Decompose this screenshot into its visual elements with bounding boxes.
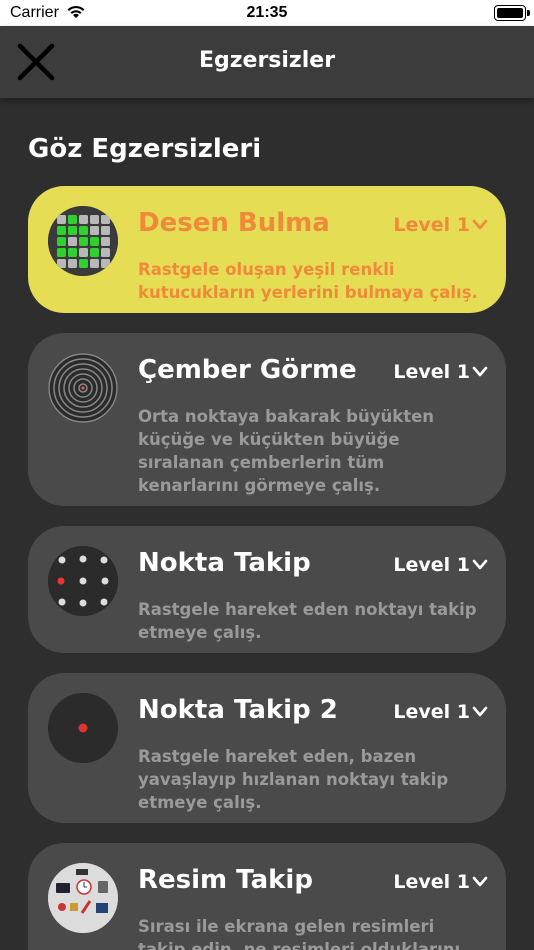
level-label: Level 1 — [393, 871, 470, 893]
exercise-card-resim-takip[interactable]: Resim Takip Level 1 Sırası ile ekrana ge… — [28, 843, 506, 950]
level-dropdown[interactable]: Level 1 — [393, 361, 488, 383]
exercise-card-cember-gorme[interactable]: Çember Görme Level 1 Orta noktaya bakara… — [28, 333, 506, 506]
chevron-down-icon — [472, 701, 488, 723]
level-dropdown[interactable]: Level 1 — [393, 214, 488, 236]
exercise-description: Rastgele hareket eden noktayı takip etme… — [138, 600, 477, 642]
level-dropdown[interactable]: Level 1 — [393, 701, 488, 723]
level-dropdown[interactable]: Level 1 — [393, 554, 488, 576]
battery-icon — [494, 5, 530, 21]
exercise-card-nokta-takip[interactable]: Nokta Takip Level 1 Rastgele hareket ede… — [28, 526, 506, 653]
exercise-name: Çember Görme — [138, 355, 357, 385]
single-dot-icon — [48, 693, 118, 763]
level-label: Level 1 — [393, 554, 470, 576]
exercise-card-nokta-takip-2[interactable]: Nokta Takip 2 Level 1 Rastgele hareket e… — [28, 673, 506, 823]
chevron-down-icon — [472, 361, 488, 383]
dots-icon — [48, 546, 118, 616]
page-title: Egzersizler — [198, 48, 336, 73]
clock: 21:35 — [246, 4, 288, 21]
navigation-bar: Egzersizler — [0, 26, 534, 98]
chevron-down-icon — [472, 214, 488, 236]
exercise-description: Sırası ile ekrana gelen resimleri takip … — [138, 917, 461, 950]
exercise-name: Desen Bulma — [138, 208, 330, 238]
level-label: Level 1 — [393, 361, 470, 383]
level-label: Level 1 — [393, 701, 470, 723]
chevron-down-icon — [472, 871, 488, 893]
exercise-name: Resim Takip — [138, 865, 313, 895]
status-bar: Carrier 21:35 — [0, 0, 534, 26]
pictures-icon — [48, 863, 118, 933]
level-dropdown[interactable]: Level 1 — [393, 871, 488, 893]
exercise-name: Nokta Takip 2 — [138, 695, 338, 725]
section-title: Göz Egzersizleri — [28, 134, 262, 164]
chevron-down-icon — [472, 554, 488, 576]
exercise-description: Orta noktaya bakarak büyükten küçüğe ve … — [138, 407, 435, 495]
exercise-description: Rastgele oluşan yeşil renkli kutucukları… — [138, 260, 478, 302]
concentric-circles-icon — [48, 353, 118, 423]
exercise-card-desen-bulma[interactable]: Desen Bulma Level 1 Rastgele oluşan yeşi… — [28, 186, 506, 313]
exercise-name: Nokta Takip — [138, 548, 311, 578]
grid-pattern-icon — [48, 206, 118, 276]
level-label: Level 1 — [393, 214, 470, 236]
exercise-description: Rastgele hareket eden, bazen yavaşlayıp … — [138, 747, 449, 812]
